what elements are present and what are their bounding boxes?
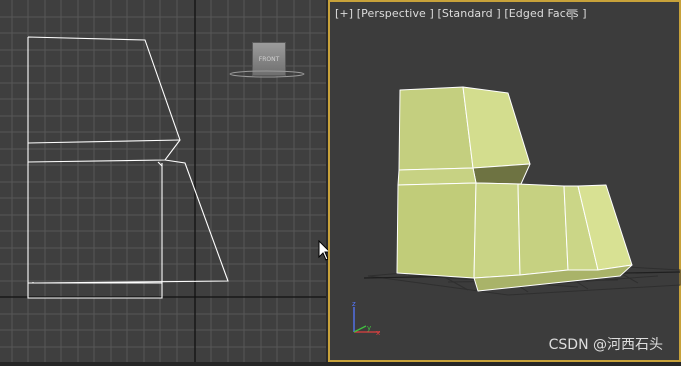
- svg-text:z: z: [352, 300, 356, 308]
- front-viewport[interactable]: FRONT: [0, 0, 326, 362]
- perspective-scene: z y x: [352, 86, 681, 337]
- axis-gizmo-icon: z y x: [352, 300, 380, 337]
- svg-text:x: x: [376, 329, 380, 337]
- max-viewports: FRONT [+] [Perspective ] [Standard ] [Ed…: [0, 0, 681, 366]
- viewcube-compass-ring[interactable]: [228, 70, 306, 78]
- perspective-viewport[interactable]: [+] [Perspective ] [Standard ] [Edged Fa…: [328, 0, 681, 362]
- csdn-watermark: CSDN @河西石头: [548, 337, 663, 353]
- svg-text:y: y: [367, 324, 371, 332]
- viewcube-face-label: FRONT: [258, 55, 280, 63]
- viewport-divider-bottom: [0, 362, 681, 366]
